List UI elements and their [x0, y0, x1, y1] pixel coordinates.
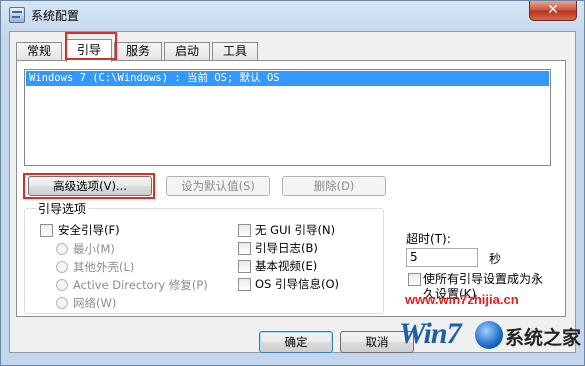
timeout-unit: 秒 [489, 252, 502, 266]
tab-startup[interactable]: 启动 [164, 42, 210, 61]
alternate-shell-label: 其他外壳(L) [73, 260, 135, 274]
boot-options-title: 引导选项 [36, 200, 89, 217]
close-button[interactable]: ✕ [529, 1, 577, 21]
tab-strip: 常规 引导 服务 启动 工具 [16, 39, 566, 62]
base-video-checkbox[interactable] [238, 260, 251, 273]
os-list-item[interactable]: Windows 7 (C:\Windows) : 当前 OS; 默认 OS [26, 71, 549, 86]
network-label: 网络(W) [73, 296, 117, 310]
make-permanent-checkbox[interactable] [408, 273, 421, 286]
no-gui-boot-label: 无 GUI 引导(N) [255, 223, 336, 237]
timeout-input[interactable]: 5 [406, 248, 478, 267]
watermark-logo: Win7 系统之家 [393, 311, 583, 359]
network-radio[interactable] [56, 297, 68, 309]
system-config-window: 系统配置 ✕ 常规 引导 服务 启动 工具 Windows 7 (C:\Wind… [0, 0, 585, 366]
delete-button[interactable]: 删除(D) [282, 176, 386, 196]
boot-log-checkbox[interactable] [238, 242, 251, 255]
watermark-url: www.win7zhijia.cn [405, 292, 519, 307]
boot-log-label: 引导日志(B) [255, 241, 318, 255]
os-boot-info-label: OS 引导信息(O) [255, 277, 340, 291]
watermark-logo-text: 系统之家 [505, 327, 582, 349]
minimal-label: 最小(M) [73, 242, 115, 256]
set-default-button[interactable]: 设为默认值(S) [166, 176, 270, 196]
os-boot-info-checkbox[interactable] [238, 278, 251, 291]
os-list[interactable]: Windows 7 (C:\Windows) : 当前 OS; 默认 OS [24, 69, 551, 166]
safe-boot-checkbox[interactable] [40, 224, 53, 237]
windows-orb-icon [475, 321, 503, 349]
advanced-options-button[interactable]: 高级选项(V)... [28, 176, 152, 196]
title-bar[interactable]: 系统配置 ✕ [1, 1, 584, 31]
system-config-icon [9, 7, 25, 23]
minimal-radio[interactable] [56, 243, 68, 255]
no-gui-boot-checkbox[interactable] [238, 224, 251, 237]
ok-button[interactable]: 确定 [259, 331, 333, 353]
win7-logo-icon: Win7 [399, 317, 462, 350]
tab-services[interactable]: 服务 [114, 42, 162, 61]
active-directory-repair-label: Active Directory 修复(P) [73, 278, 208, 292]
window-title: 系统配置 [31, 9, 80, 23]
alternate-shell-radio[interactable] [56, 261, 68, 273]
timeout-label: 超时(T): [406, 232, 451, 246]
tab-boot[interactable]: 引导 [66, 39, 112, 62]
tab-tools[interactable]: 工具 [212, 42, 258, 61]
tab-general[interactable]: 常规 [16, 42, 62, 61]
active-directory-repair-radio[interactable] [56, 279, 68, 291]
safe-boot-label: 安全引导(F) [58, 223, 120, 237]
base-video-label: 基本视频(E) [255, 259, 318, 273]
